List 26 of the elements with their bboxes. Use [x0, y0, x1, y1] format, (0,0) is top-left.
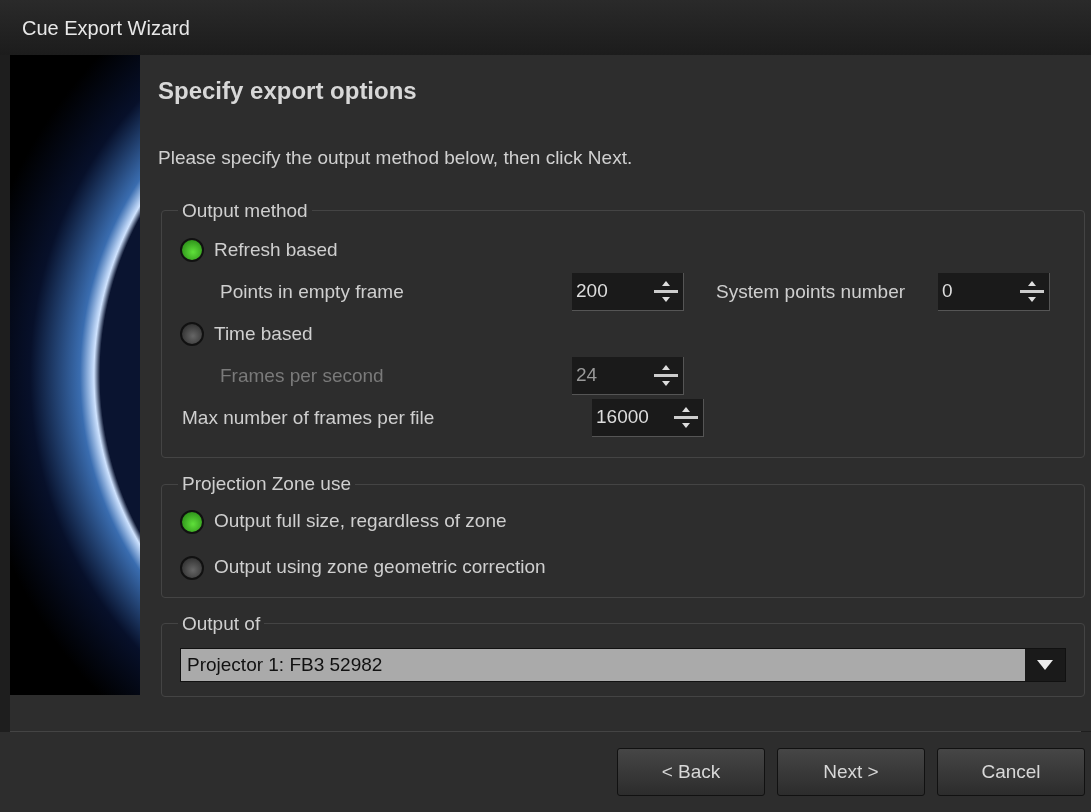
- field-label: System points number: [716, 279, 907, 304]
- wizard-button[interactable]: Next >: [777, 748, 925, 796]
- group-legend: Output of: [178, 609, 265, 638]
- page-heading: Specify export options: [158, 76, 418, 106]
- wizard-button[interactable]: Cancel: [937, 748, 1085, 796]
- radio-button[interactable]: [180, 238, 204, 262]
- radio-label: Refresh based: [214, 237, 338, 262]
- radio-label: Output using zone geometric correction: [214, 555, 546, 580]
- field-label: Frames per second: [219, 363, 385, 388]
- field-label: Points in empty frame: [219, 279, 405, 304]
- window-title: Cue Export Wizard: [22, 15, 190, 41]
- group-legend: Output method: [178, 196, 312, 225]
- radio-button[interactable]: [180, 322, 204, 346]
- field-label: Max number of frames per file: [181, 405, 436, 430]
- dropdown-field[interactable]: Projector 1: FB3 52982: [180, 648, 1066, 682]
- wizard-button[interactable]: < Back: [617, 748, 765, 796]
- number-spin-field[interactable]: 200: [572, 273, 684, 311]
- number-spin-field[interactable]: 16000: [592, 399, 704, 437]
- radio-label: Time based: [214, 321, 313, 346]
- instruction-text: Please specify the output method below, then click Next.: [158, 146, 634, 170]
- radio-button[interactable]: [180, 555, 204, 580]
- radio-label: Output full size, regardless of zone: [214, 509, 507, 534]
- dropdown-caret-icon: [1037, 660, 1053, 670]
- group-legend: Projection Zone use: [178, 470, 355, 499]
- radio-button[interactable]: [180, 509, 204, 534]
- number-spin-field[interactable]: 0: [938, 273, 1050, 311]
